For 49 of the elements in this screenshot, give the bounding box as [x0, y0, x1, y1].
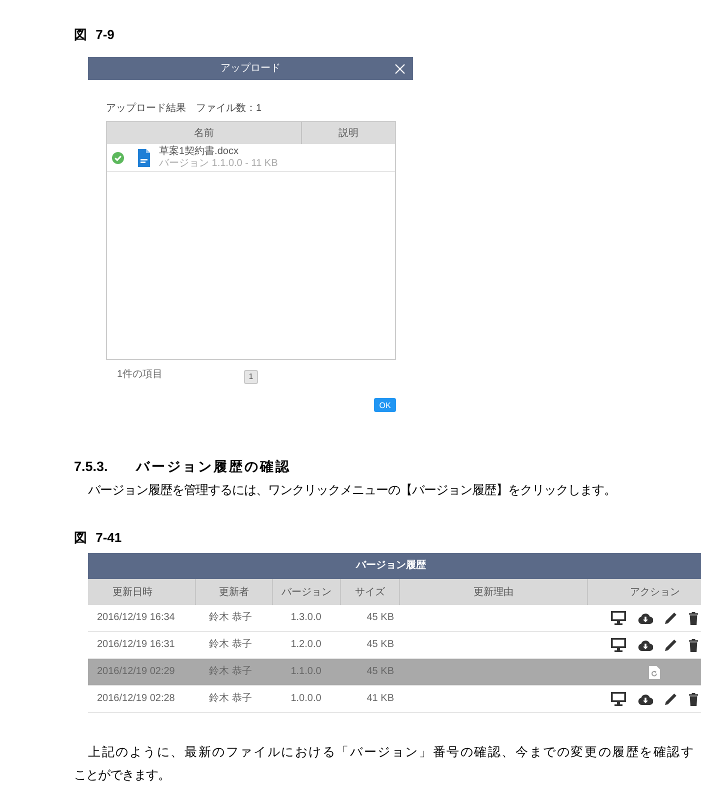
author-cell-text: 鈴木 恭子 [208, 639, 252, 651]
version-cell: 1.1.0.0 [290, 666, 322, 678]
pencil-icon[interactable] [665, 639, 677, 651]
updated-date-cell-text: 2016/12/19 02:28 [96, 693, 175, 705]
upload-summary: アップロード結果 ファイル数：1 [106, 103, 262, 115]
size-cell-text: 45 KB [366, 666, 395, 678]
page-button[interactable]: 1 [244, 370, 258, 384]
column-header: 説明 [301, 122, 395, 144]
close-icon[interactable] [395, 64, 405, 74]
pencil-icon[interactable] [665, 612, 677, 624]
monitor-icon[interactable] [611, 692, 626, 706]
size-cell-text: 45 KB [366, 612, 395, 624]
figure-caption: 図 7-41 [74, 531, 122, 545]
file-details: バージョン 1.1.0.0 - 11 KB [159, 158, 278, 170]
column-header: 更新日時 [112, 586, 154, 600]
figure-caption: 図 7-9 [74, 28, 114, 42]
monitor-icon[interactable] [611, 638, 626, 652]
author-cell-text: 鈴木 恭子 [208, 612, 252, 624]
version-cell: 1.0.0.0 [290, 693, 322, 705]
monitor-icon[interactable] [611, 611, 626, 625]
trash-icon[interactable] [689, 692, 698, 706]
column-header: 名前 [193, 127, 215, 141]
check-icon [112, 152, 124, 164]
author-cell-text: 鈴木 恭子 [208, 666, 252, 678]
trash-icon[interactable] [689, 612, 698, 624]
intro-paragraph: バージョン履歴を管理するには、ワンクリックメニューの【バージョン履歴】をクリックします。 [88, 483, 616, 498]
item-count: 1件の項目 [116, 369, 163, 381]
cloud-download-icon[interactable] [638, 694, 653, 704]
cloud-download-icon[interactable] [638, 640, 653, 650]
document-icon [138, 148, 150, 166]
author-cell-text: 鈴木 恭子 [208, 693, 252, 705]
section-title: バージョン履歴の確認 [136, 459, 291, 474]
updated-date-cell-text: 2016/12/19 16:34 [96, 612, 175, 624]
ok-button[interactable]: OK [374, 398, 396, 412]
trash-icon[interactable] [689, 638, 698, 652]
size-cell-text: 45 KB [366, 639, 395, 651]
file-name: 草案1契約書.docx [159, 146, 240, 158]
version-cell: 1.3.0.0 [290, 612, 322, 624]
document-refresh-icon[interactable] [649, 666, 660, 678]
size-cell-text: 41 KB [366, 693, 395, 705]
pencil-icon[interactable] [665, 693, 677, 705]
closing-paragraph: 上記のように、最新のファイルにおける「バージョン」番号の確認、今までの変更の履歴を確認す ことができます。 [74, 744, 694, 784]
updated-date-cell-text: 2016/12/19 02:29 [96, 666, 175, 678]
section-number: 7.5.3. [74, 459, 109, 474]
version-cell: 1.2.0.0 [290, 639, 322, 651]
table-title: バージョン履歴 [356, 560, 426, 572]
dialog-title: アップロード [220, 62, 280, 74]
cloud-download-icon[interactable] [638, 612, 653, 624]
updated-date-cell-text: 2016/12/19 16:31 [96, 639, 175, 651]
